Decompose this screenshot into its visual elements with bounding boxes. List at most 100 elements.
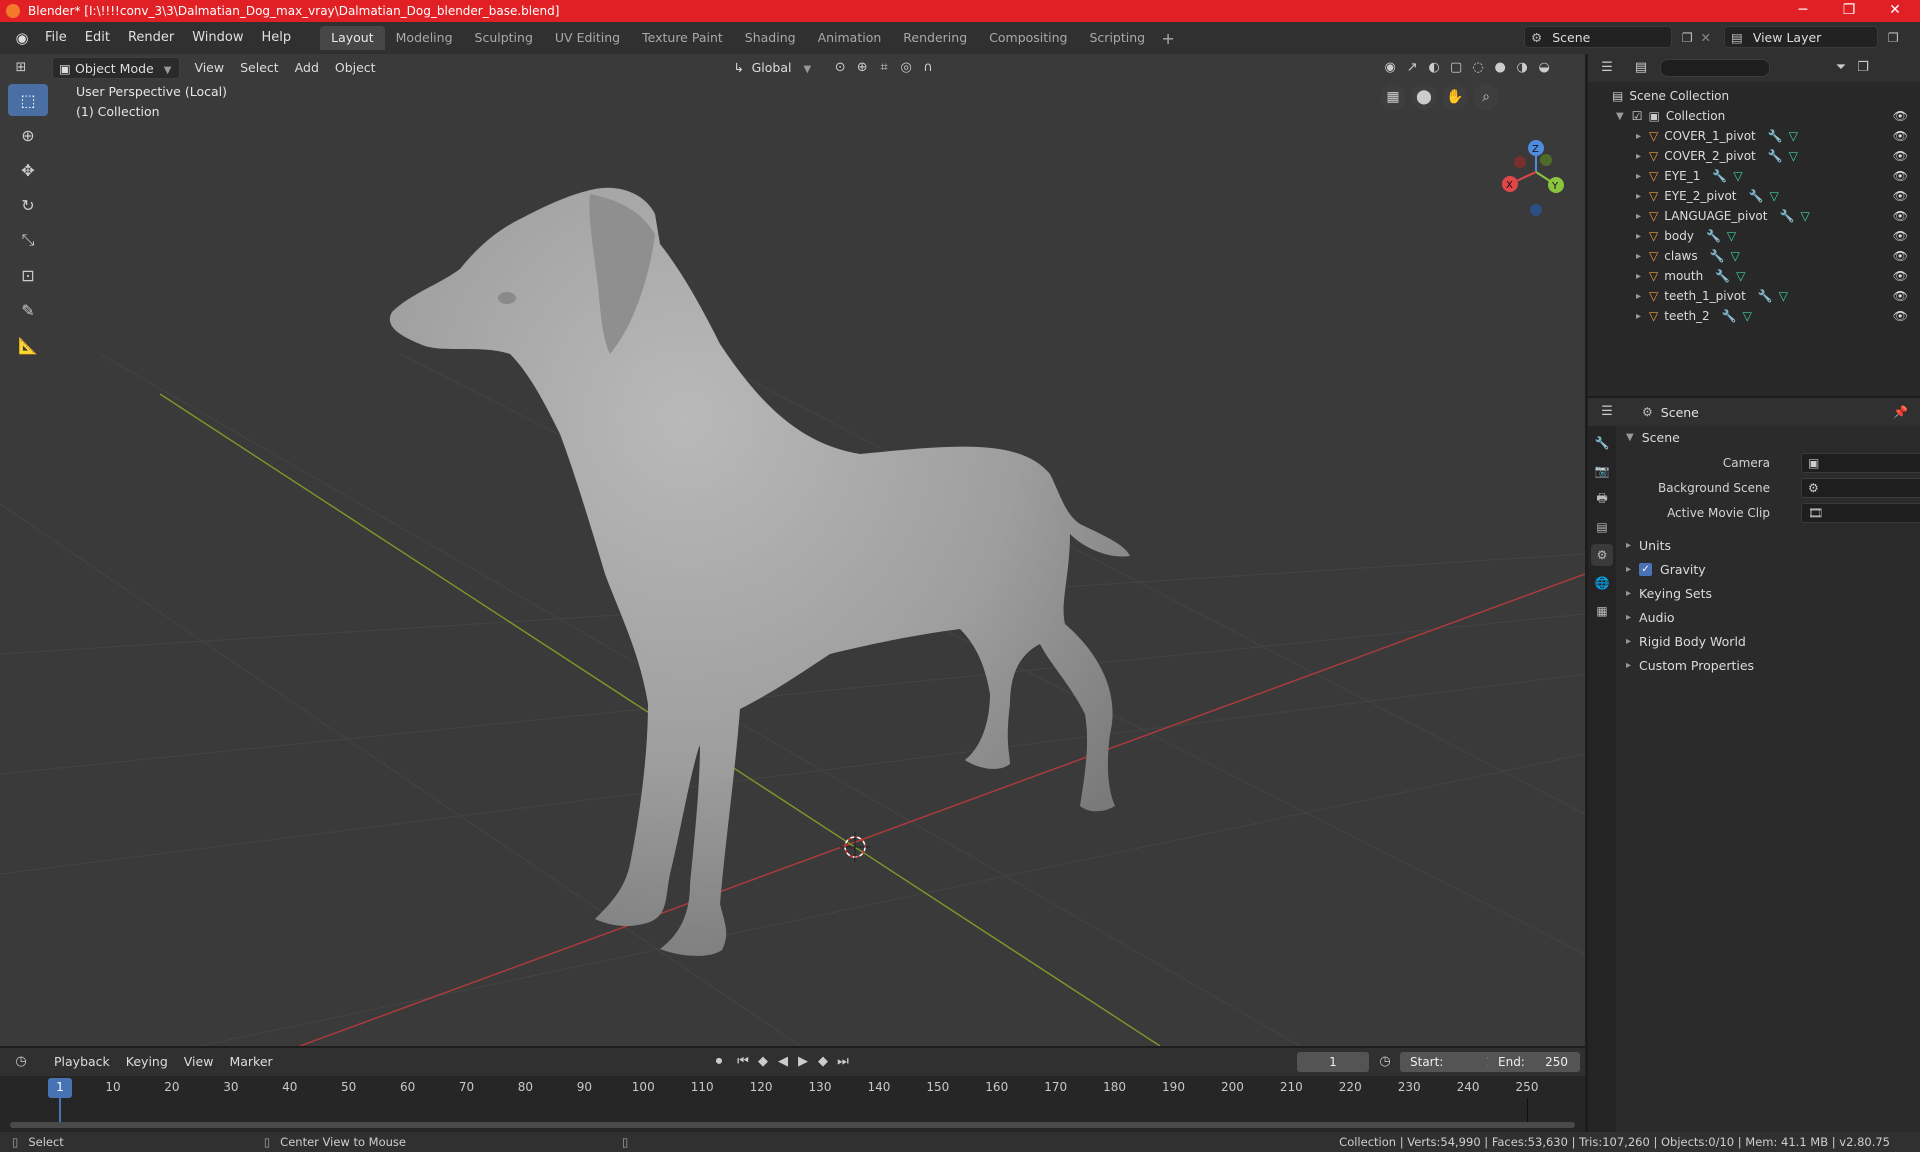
view-layer-selector[interactable]: ▤ View Layer ❐ — [1724, 26, 1899, 48]
gizmo-toggle-icon[interactable]: ↗ — [1401, 57, 1423, 79]
output-tab-icon[interactable]: 🖶 — [1591, 488, 1613, 510]
menu-view[interactable]: View — [186, 57, 232, 79]
menu-keying[interactable]: Keying — [118, 1051, 176, 1073]
menu-window[interactable]: Window — [183, 27, 252, 49]
active-movie-clip-field[interactable]: 🎞 — [1801, 503, 1920, 523]
new-scene-icon[interactable]: ❐ — [1682, 30, 1693, 45]
3d-viewport[interactable]: Z Y X ⊞ ▣ Object Mode ▼ View Select Add … — [0, 54, 1585, 1046]
preview-range-icon[interactable]: ◷ — [1374, 1051, 1396, 1073]
expand-arrow-icon[interactable]: ▸ — [1636, 211, 1641, 222]
tab-modeling[interactable]: Modeling — [385, 26, 464, 50]
measure-tool-icon[interactable]: 📐 — [8, 329, 48, 361]
background-scene-field[interactable]: ⚙ — [1801, 478, 1920, 498]
falloff-icon[interactable]: ∩ — [917, 57, 939, 79]
scale-tool-icon[interactable]: ⤡ — [8, 224, 48, 256]
expand-arrow-icon[interactable]: ▸ — [1636, 291, 1641, 302]
scene-panel-header[interactable]: ▼ Scene — [1618, 426, 1918, 448]
current-frame-field[interactable]: 1 — [1297, 1052, 1369, 1072]
eye-icon[interactable]: 👁 — [1893, 229, 1908, 243]
move-tool-icon[interactable]: ✥ — [8, 154, 48, 186]
modifier-icon[interactable]: 🔧 — [1706, 229, 1721, 243]
eye-icon[interactable]: 👁 — [1893, 129, 1908, 143]
modifier-icon[interactable]: 🔧 — [1779, 209, 1794, 223]
jump-start-icon[interactable]: ⏮ — [732, 1051, 754, 1073]
menu-render[interactable]: Render — [119, 27, 183, 49]
select-box-tool-icon[interactable]: ⬚ — [8, 84, 48, 116]
delete-scene-icon[interactable]: ✕ — [1701, 30, 1711, 45]
mesh-data-icon[interactable]: ▽ — [1789, 129, 1798, 143]
scene-selector[interactable]: ⚙ Scene ❐ ✕ — [1524, 26, 1711, 48]
eye-icon[interactable]: 👁 — [1893, 169, 1908, 183]
eye-icon[interactable]: 👁 — [1893, 269, 1908, 283]
play-reverse-icon[interactable]: ◀ — [772, 1051, 794, 1073]
expand-arrow-icon[interactable]: ▸ — [1636, 151, 1641, 162]
world-tab-icon[interactable]: 🌐 — [1591, 572, 1613, 594]
zoom-view-icon[interactable]: ⌕ — [1473, 84, 1499, 110]
close-button[interactable]: ✕ — [1872, 0, 1918, 22]
menu-add[interactable]: Add — [287, 57, 327, 79]
expand-arrow-icon[interactable]: ▸ — [1636, 191, 1641, 202]
outliner-object-row[interactable]: ▸ ▽ claws 🔧 ▽ 👁 — [1588, 246, 1920, 266]
rigid-body-world-panel-header[interactable]: ▸ Rigid Body World — [1618, 630, 1918, 652]
view-layer-tab-icon[interactable]: ▤ — [1591, 516, 1613, 538]
mesh-data-icon[interactable]: ▽ — [1779, 289, 1788, 303]
eye-icon[interactable]: 👁 — [1893, 149, 1908, 163]
transform-orientation-dropdown[interactable]: ↳ Global ▼ — [728, 57, 820, 79]
camera-field[interactable]: ▣ ✎ — [1801, 453, 1920, 473]
mesh-data-icon[interactable]: ▽ — [1727, 229, 1736, 243]
jump-end-icon[interactable]: ⏭ — [832, 1051, 854, 1073]
new-view-layer-icon[interactable]: ❐ — [1888, 30, 1899, 45]
dalmatian-dog-mesh[interactable] — [389, 187, 1131, 956]
timeline-scrollbar[interactable] — [10, 1122, 1575, 1128]
eye-icon[interactable]: 👁 — [1893, 209, 1908, 223]
prev-keyframe-icon[interactable]: ◆ — [752, 1051, 774, 1073]
tab-layout[interactable]: Layout — [320, 26, 385, 50]
display-mode-icon[interactable]: ▤ — [1630, 57, 1652, 79]
modifier-icon[interactable]: 🔧 — [1768, 149, 1783, 163]
outliner-object-row[interactable]: ▸ ▽ EYE_2_pivot 🔧 ▽ 👁 — [1588, 186, 1920, 206]
modifier-icon[interactable]: 🔧 — [1768, 129, 1783, 143]
tab-rendering[interactable]: Rendering — [892, 26, 978, 50]
scene-collection-row[interactable]: ▤ Scene Collection — [1588, 86, 1920, 106]
mesh-data-icon[interactable]: ▽ — [1800, 209, 1809, 223]
new-collection-icon[interactable]: ❐ — [1852, 57, 1874, 79]
shading-wireframe-icon[interactable]: ◌ — [1467, 57, 1489, 79]
modifier-icon[interactable]: 🔧 — [1715, 269, 1730, 283]
snap-icon[interactable]: ⊕ — [851, 57, 873, 79]
editor-type-icon[interactable]: ⊞ — [10, 57, 32, 79]
minimize-button[interactable]: ─ — [1780, 0, 1826, 22]
eye-icon[interactable]: 👁 — [1893, 289, 1908, 303]
pan-view-icon[interactable]: ✋ — [1442, 84, 1468, 110]
transform-tool-icon[interactable]: ⊡ — [8, 259, 48, 291]
shading-rendered-icon[interactable]: ◒ — [1533, 57, 1555, 79]
modifier-icon[interactable]: 🔧 — [1758, 289, 1773, 303]
modifier-icon[interactable]: 🔧 — [1712, 169, 1727, 183]
outliner-object-row[interactable]: ▸ ▽ mouth 🔧 ▽ 👁 — [1588, 266, 1920, 286]
expand-arrow-icon[interactable]: ▸ — [1636, 171, 1641, 182]
pivot-point-icon[interactable]: ⊙ — [829, 57, 851, 79]
eye-icon[interactable]: 👁 — [1893, 309, 1908, 323]
gravity-panel-header[interactable]: ▸ ✓ Gravity — [1618, 558, 1918, 580]
expand-arrow-icon[interactable]: ▸ — [1636, 231, 1641, 242]
expand-arrow-icon[interactable]: ▸ — [1636, 251, 1641, 262]
render-tab-icon[interactable]: 📷 — [1591, 460, 1613, 482]
cursor-tool-icon[interactable]: ⊕ — [8, 119, 48, 151]
menu-object[interactable]: Object — [327, 57, 384, 79]
modifier-icon[interactable]: 🔧 — [1710, 249, 1725, 263]
mesh-data-icon[interactable]: ▽ — [1731, 249, 1740, 263]
menu-select[interactable]: Select — [232, 57, 287, 79]
add-workspace-button[interactable]: + — [1156, 29, 1180, 48]
expand-arrow-icon[interactable]: ▼ — [1616, 111, 1624, 122]
next-keyframe-icon[interactable]: ◆ — [812, 1051, 834, 1073]
mesh-data-icon[interactable]: ▽ — [1736, 269, 1745, 283]
outliner-search-input[interactable] — [1660, 59, 1770, 77]
audio-panel-header[interactable]: ▸ Audio — [1618, 606, 1918, 628]
object-mode-dropdown[interactable]: ▣ Object Mode ▼ — [52, 57, 181, 79]
timeline-editor-icon[interactable]: ◷ — [10, 1051, 32, 1073]
mesh-data-icon[interactable]: ▽ — [1789, 149, 1798, 163]
filter-icon[interactable]: ⏷ — [1830, 57, 1852, 79]
proportional-edit-icon[interactable]: ◎ — [895, 57, 917, 79]
outliner-object-row[interactable]: ▸ ▽ teeth_2 🔧 ▽ 👁 — [1588, 306, 1920, 326]
outliner-object-row[interactable]: ▸ ▽ LANGUAGE_pivot 🔧 ▽ 👁 — [1588, 206, 1920, 226]
properties-editor-icon[interactable]: ☰ — [1596, 401, 1618, 423]
